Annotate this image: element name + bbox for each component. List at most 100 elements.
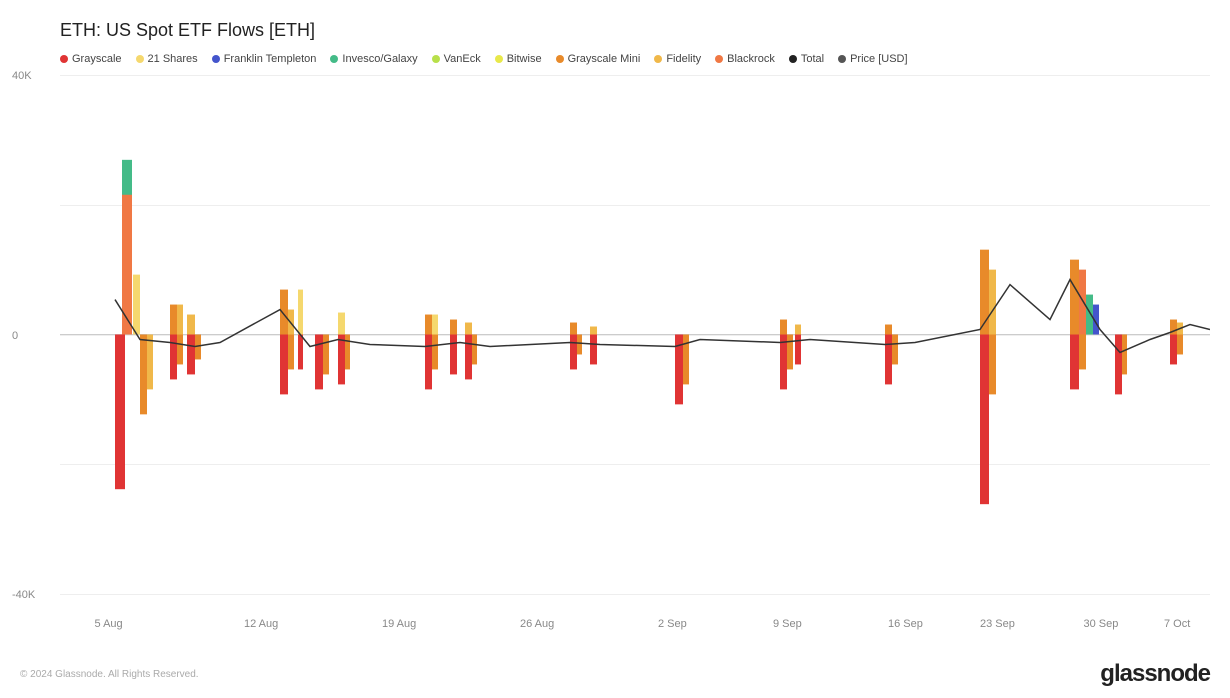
bar xyxy=(989,270,996,335)
legend-item: VanEck xyxy=(432,53,481,65)
legend-dot xyxy=(838,55,846,63)
legend-dot xyxy=(432,55,440,63)
chart-area: 40K 0 -40K xyxy=(60,75,1210,595)
legend-item: Bitwise xyxy=(495,53,542,65)
glassnode-logo: glassnode xyxy=(1100,660,1210,688)
x-label-19aug: 19 Aug xyxy=(382,618,416,630)
bar xyxy=(1170,335,1177,365)
bar xyxy=(787,335,793,370)
bar xyxy=(338,335,345,385)
legend-dot xyxy=(789,55,797,63)
bar xyxy=(187,315,195,335)
bar xyxy=(980,335,989,505)
bar xyxy=(1177,335,1183,355)
bar xyxy=(590,327,597,335)
bar xyxy=(465,323,472,335)
grid-line-neg40k: -40K xyxy=(60,594,1210,595)
bar xyxy=(280,335,288,395)
legend-item: Blackrock xyxy=(715,53,775,65)
legend-dot xyxy=(715,55,723,63)
bar xyxy=(338,313,345,335)
bar xyxy=(140,335,147,415)
bar xyxy=(298,290,303,335)
bar xyxy=(288,335,294,370)
x-label-9sep: 9 Sep xyxy=(773,618,802,630)
legend-label: Invesco/Galaxy xyxy=(342,53,417,65)
legend-item: Franklin Templeton xyxy=(212,53,317,65)
bar xyxy=(577,335,582,355)
bar xyxy=(170,305,177,335)
bar xyxy=(885,325,892,335)
legend-dot xyxy=(212,55,220,63)
legend-dot xyxy=(495,55,503,63)
x-label-7oct: 7 Oct xyxy=(1164,618,1190,630)
legend-label: Grayscale xyxy=(72,53,122,65)
price-line xyxy=(115,280,1210,353)
legend-item: Price [USD] xyxy=(838,53,907,65)
legend-label: Price [USD] xyxy=(850,53,907,65)
chart-svg xyxy=(60,75,1210,594)
bar xyxy=(683,335,689,385)
legend-dot xyxy=(654,55,662,63)
bar xyxy=(989,335,996,395)
bar xyxy=(885,335,892,385)
x-label-16sep: 16 Sep xyxy=(888,618,923,630)
bar xyxy=(1115,335,1122,395)
legend-label: Franklin Templeton xyxy=(224,53,317,65)
bar xyxy=(432,335,438,370)
bar xyxy=(425,335,432,390)
bar xyxy=(298,335,303,370)
bar xyxy=(465,335,472,380)
x-label-5aug: 5 Aug xyxy=(95,618,123,630)
y-label-40k: 40K xyxy=(12,70,32,82)
y-label-neg40k: -40K xyxy=(12,589,35,601)
bar xyxy=(133,275,140,335)
x-label-23sep: 23 Sep xyxy=(980,618,1015,630)
legend-item: Invesco/Galaxy xyxy=(330,53,417,65)
bar xyxy=(1122,335,1127,375)
bar xyxy=(1079,335,1086,370)
bar xyxy=(590,335,597,365)
legend-item: Total xyxy=(789,53,824,65)
chart-container: ETH: US Spot ETF Flows [ETH] Grayscale 21… xyxy=(0,0,1230,698)
legend: Grayscale 21 Shares Franklin Templeton Inve… xyxy=(60,53,1210,65)
legend-item: 21 Shares xyxy=(136,53,198,65)
bar xyxy=(892,335,898,365)
legend-label: VanEck xyxy=(444,53,481,65)
bar xyxy=(780,320,787,335)
bar xyxy=(177,305,183,335)
bar xyxy=(345,335,350,370)
legend-dot xyxy=(330,55,338,63)
legend-label: Total xyxy=(801,53,824,65)
bar xyxy=(570,323,577,335)
bar xyxy=(450,320,457,335)
x-label-30sep: 30 Sep xyxy=(1084,618,1119,630)
footer: © 2024 Glassnode. All Rights Reserved. g… xyxy=(20,660,1210,688)
legend-item: Grayscale Mini xyxy=(556,53,641,65)
legend-label: 21 Shares xyxy=(148,53,198,65)
legend-label: Grayscale Mini xyxy=(568,53,641,65)
bar xyxy=(115,335,125,490)
x-label-26aug: 26 Aug xyxy=(520,618,554,630)
legend-dot xyxy=(136,55,144,63)
legend-dot xyxy=(60,55,68,63)
bar xyxy=(795,335,801,365)
legend-label: Blackrock xyxy=(727,53,775,65)
legend-label: Bitwise xyxy=(507,53,542,65)
bar xyxy=(315,335,323,390)
legend-label: Fidelity xyxy=(666,53,701,65)
bar xyxy=(170,335,177,380)
bar xyxy=(1086,295,1093,335)
y-label-0: 0 xyxy=(12,330,18,342)
chart-title: ETH: US Spot ETF Flows [ETH] xyxy=(60,20,1210,41)
bar xyxy=(425,315,432,335)
legend-dot xyxy=(556,55,564,63)
bar xyxy=(1079,270,1086,335)
x-label-12aug: 12 Aug xyxy=(244,618,278,630)
legend-item: Grayscale xyxy=(60,53,122,65)
copyright: © 2024 Glassnode. All Rights Reserved. xyxy=(20,669,199,680)
bar xyxy=(450,335,457,375)
bar xyxy=(1070,335,1079,390)
bar xyxy=(323,335,329,375)
bar xyxy=(432,315,438,335)
